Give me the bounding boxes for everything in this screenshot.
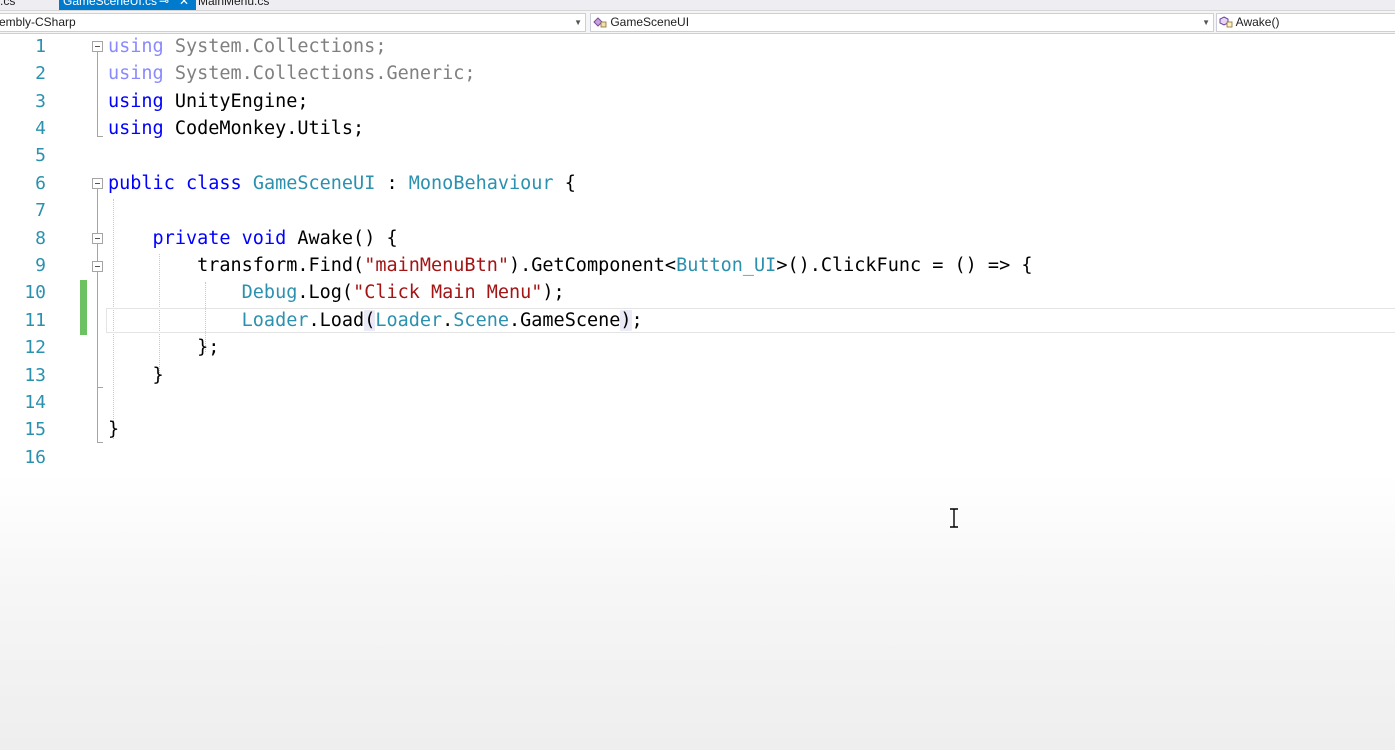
tab-gamesceneui[interactable]: GameSceneUI.cs ⊸ ✕: [59, 0, 196, 10]
code-editor[interactable]: 1 2 3 4 5 6 7 8 9 10 11 12 13 14 15 16 u…: [0, 34, 1395, 750]
line-number: 7: [35, 200, 46, 221]
line-number: 6: [35, 173, 46, 194]
keyword: using: [108, 36, 164, 57]
tab-label: GameSceneUI.cs: [63, 0, 158, 8]
type-name: Debug: [241, 282, 298, 303]
code-line-1[interactable]: using System.Collections;: [108, 33, 386, 60]
line-number: 14: [24, 392, 46, 413]
line-number: 12: [24, 337, 46, 358]
matching-paren: (: [364, 310, 376, 331]
keyword: using: [108, 118, 164, 139]
line-number: 13: [24, 365, 46, 386]
code-line-3[interactable]: using UnityEngine;: [108, 88, 309, 115]
line-number: 8: [35, 228, 46, 249]
code-text: UnityEngine;: [163, 91, 309, 112]
line-number: 11: [24, 310, 46, 331]
outline-end: [97, 387, 103, 388]
code-text: System.Collections.Generic;: [163, 63, 476, 84]
tab-label: .cs: [0, 0, 16, 8]
pin-icon[interactable]: ⊸: [159, 0, 169, 7]
code-line-11[interactable]: Loader.Load(Loader.Scene.GameScene);: [108, 307, 643, 334]
code-line-6[interactable]: public class GameSceneUI : MonoBehaviour…: [108, 170, 576, 197]
keyword: public: [108, 173, 175, 194]
close-icon[interactable]: ✕: [179, 0, 189, 7]
collapse-icon[interactable]: [92, 41, 103, 52]
changed-lines-marker: [80, 280, 87, 335]
code-line-9[interactable]: transform.Find("mainMenuBtn").GetCompone…: [108, 252, 1033, 279]
type-name: Loader: [375, 310, 443, 331]
keyword: using: [108, 63, 164, 84]
collapse-icon[interactable]: [92, 233, 103, 244]
collapse-icon[interactable]: [92, 178, 103, 189]
code-text: transform.Find(: [108, 255, 365, 276]
line-number: 5: [35, 145, 46, 166]
code-line-8[interactable]: private void Awake() {: [108, 225, 398, 252]
code-text: {: [553, 173, 576, 194]
code-line-13[interactable]: }: [108, 362, 164, 389]
code-text: .GameScene: [509, 310, 621, 331]
code-text: .Log(: [297, 282, 354, 303]
code-line-2[interactable]: using System.Collections.Generic;: [108, 60, 476, 87]
line-number: 16: [24, 447, 46, 468]
code-line-15[interactable]: }: [108, 416, 119, 443]
keyword: private: [108, 228, 231, 249]
string-literal: "Click Main Menu": [353, 282, 543, 303]
tab-previous-file[interactable]: .cs: [0, 0, 16, 10]
code-text: .Load: [308, 310, 365, 331]
chevron-down-icon: ▼: [574, 18, 582, 27]
member-name: Awake(): [1235, 15, 1280, 29]
navigation-bar: embly-CSharp ▼ GameSceneUI ▼ Awake(): [0, 10, 1395, 34]
type-name: Button_UI: [676, 255, 777, 276]
project-name: embly-CSharp: [0, 15, 76, 29]
outline-end: [97, 136, 103, 137]
method-icon: [1219, 16, 1233, 28]
project-dropdown[interactable]: embly-CSharp ▼: [0, 13, 586, 32]
code-text: Awake() {: [286, 228, 398, 249]
matching-paren: ): [620, 310, 632, 331]
string-literal: "mainMenuBtn": [364, 255, 509, 276]
keyword: void: [241, 228, 287, 249]
outline-line: [97, 52, 98, 137]
type-name: GameSceneUI: [610, 15, 690, 29]
class-icon: [593, 17, 607, 28]
document-tab-strip: .cs GameSceneUI.cs ⊸ ✕ MainMenu.cs: [0, 0, 1395, 10]
code-text: System.Collections;: [163, 36, 387, 57]
type-name: Loader: [241, 310, 309, 331]
code-line-12[interactable]: };: [108, 334, 219, 361]
code-text: CodeMonkey.Utils;: [163, 118, 365, 139]
code-text: .: [442, 310, 454, 331]
collapse-icon[interactable]: [92, 261, 103, 272]
line-number: 3: [35, 91, 46, 112]
line-number: 10: [24, 282, 46, 303]
code-text: );: [542, 282, 565, 303]
line-number: 15: [24, 419, 46, 440]
code-text: :: [375, 173, 409, 194]
keyword: class: [185, 173, 242, 194]
code-text: ).GetComponent<: [508, 255, 677, 276]
type-name: GameSceneUI: [252, 173, 376, 194]
keyword: using: [108, 91, 164, 112]
code-text: ;: [631, 310, 643, 331]
tab-label: MainMenu.cs: [198, 0, 270, 8]
member-dropdown[interactable]: Awake(): [1216, 13, 1395, 32]
type-name: MonoBehaviour: [408, 173, 554, 194]
code-line-10[interactable]: Debug.Log("Click Main Menu");: [108, 279, 565, 306]
code-text: >().ClickFunc = () => {: [776, 255, 1033, 276]
line-number: 4: [35, 118, 46, 139]
line-number: 2: [35, 63, 46, 84]
code-line-4[interactable]: using CodeMonkey.Utils;: [108, 115, 364, 142]
line-number: 1: [35, 36, 46, 57]
chevron-down-icon: ▼: [1202, 18, 1210, 27]
outline-end: [97, 442, 103, 443]
type-dropdown[interactable]: GameSceneUI ▼: [590, 13, 1214, 32]
text-cursor-icon: [950, 508, 958, 528]
tab-mainmenu[interactable]: MainMenu.cs: [198, 0, 288, 10]
line-number: 9: [35, 255, 46, 276]
type-name: Scene: [453, 310, 509, 331]
